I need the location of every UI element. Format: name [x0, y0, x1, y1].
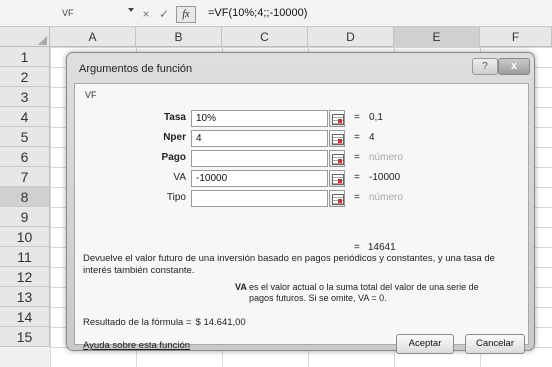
row-header-10[interactable]: 10 [0, 227, 50, 247]
arg-input-nper[interactable]: 4 [191, 130, 328, 147]
arg-result: 0,1 [369, 112, 383, 123]
arg-label: Tipo [166, 192, 186, 203]
arg-row-tipo: Tipo = número [75, 189, 530, 209]
formula-bar: VF × ✓ fx =VF(10%;4;;-10000) [0, 0, 552, 27]
total-equals: = [354, 242, 360, 253]
arg-equals: = [354, 132, 360, 143]
function-total: = 14641 [354, 242, 396, 253]
arg-equals: = [354, 112, 360, 123]
row-header-2[interactable]: 2 [0, 67, 50, 87]
collapse-dialog-icon[interactable] [329, 130, 345, 147]
arg-input-tipo[interactable] [191, 190, 328, 207]
formula-bar-icons: × ✓ fx [140, 5, 196, 23]
column-header-e[interactable]: E [394, 27, 480, 47]
row-header-14[interactable]: 14 [0, 307, 50, 327]
help-icon[interactable]: ? [472, 58, 498, 75]
arg-equals: = [354, 152, 360, 163]
row-header-4[interactable]: 4 [0, 107, 50, 127]
row-header-8[interactable]: 8 [0, 187, 50, 207]
row-header-13[interactable]: 13 [0, 287, 50, 307]
column-header-d[interactable]: D [308, 27, 394, 47]
select-all-corner[interactable] [0, 27, 50, 47]
arg-row-nper: Nper 4 = 4 [75, 129, 530, 149]
name-box[interactable]: VF [24, 4, 114, 23]
name-box-dropdown-icon[interactable] [128, 8, 134, 12]
row-header-3[interactable]: 3 [0, 87, 50, 107]
row-header-9[interactable]: 9 [0, 207, 50, 227]
collapse-dialog-icon[interactable] [329, 190, 345, 207]
row-header-1[interactable]: 1 [0, 47, 50, 67]
function-name: VF [85, 90, 97, 100]
arg-row-pago: Pago = número [75, 149, 530, 169]
arg-row-tasa: Tasa 10% = 0,1 [75, 109, 530, 129]
dialog-title: Argumentos de función [79, 63, 193, 75]
collapse-dialog-icon[interactable] [329, 110, 345, 127]
row-header-7[interactable]: 7 [0, 167, 50, 187]
column-header-c[interactable]: C [222, 27, 308, 47]
column-header-b[interactable]: B [136, 27, 222, 47]
cancel-button[interactable]: Cancelar [465, 334, 525, 354]
column-header-row: A B C D E F [0, 27, 552, 47]
arg-input-va[interactable]: -10000 [191, 170, 328, 187]
row-header-11[interactable]: 11 [0, 247, 50, 267]
row-header-15[interactable]: 15 [0, 327, 50, 347]
arg-input-pago[interactable] [191, 150, 328, 167]
arg-equals: = [354, 172, 360, 183]
row-header-5[interactable]: 5 [0, 127, 50, 147]
arg-result: número [369, 192, 403, 203]
result-label: Resultado de la fórmula = [83, 317, 192, 328]
collapse-dialog-icon[interactable] [329, 170, 345, 187]
row-header-6[interactable]: 6 [0, 147, 50, 167]
arg-result: número [369, 152, 403, 163]
collapse-dialog-icon[interactable] [329, 150, 345, 167]
close-icon[interactable]: x [498, 58, 530, 75]
arg-row-va: VA -10000 = -10000 [75, 169, 530, 189]
parameter-name: VA [235, 282, 247, 292]
formula-input[interactable]: =VF(10%;4;;-10000) [208, 4, 307, 23]
column-header-f[interactable]: F [480, 27, 552, 47]
arg-label: Nper [163, 132, 186, 143]
arg-equals: = [354, 192, 360, 203]
ok-button[interactable]: Aceptar [396, 334, 454, 354]
insert-function-icon[interactable]: fx [176, 5, 196, 23]
result-value: $ 14.641,00 [195, 317, 246, 328]
row-header-12[interactable]: 12 [0, 267, 50, 287]
column-header-a[interactable]: A [50, 27, 136, 47]
arg-result: -10000 [369, 172, 401, 183]
dialog-body: VF Tasa 10% = 0,1 Nper 4 = 4 Pago = núme… [74, 83, 530, 354]
formula-result: Resultado de la fórmula = $ 14.641,00 [83, 317, 246, 328]
arg-input-tasa[interactable]: 10% [191, 110, 328, 127]
arg-result: 4 [369, 132, 375, 143]
confirm-entry-icon[interactable]: ✓ [158, 7, 170, 21]
arg-label: Pago [161, 152, 186, 163]
parameter-description: es el valor actual o la suma total del v… [249, 282, 479, 303]
cancel-entry-icon[interactable]: × [140, 7, 152, 21]
arg-label: VA [173, 172, 186, 183]
function-description: Devuelve el valor futuro de una inversió… [83, 253, 495, 276]
function-help-link[interactable]: Ayuda sobre esta función [83, 340, 190, 351]
function-arguments-dialog: Argumentos de función ? x VF Tasa 10% = … [66, 52, 535, 354]
total-value: 14641 [367, 242, 396, 253]
arg-label: Tasa [163, 112, 186, 123]
